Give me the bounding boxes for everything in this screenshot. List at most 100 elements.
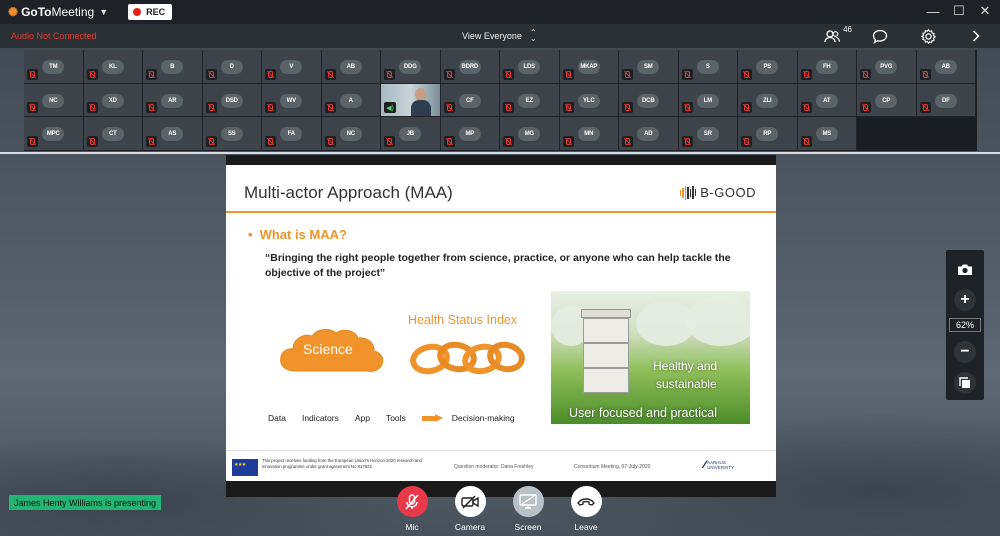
- participant-tile[interactable]: NC: [24, 83, 84, 117]
- participant-tile[interactable]: MG: [500, 117, 560, 151]
- screen-label: Screen: [514, 522, 542, 532]
- participant-tile[interactable]: B: [143, 50, 203, 84]
- camera-control[interactable]: Camera: [445, 486, 495, 532]
- leave-button[interactable]: [570, 486, 602, 517]
- participant-tile[interactable]: MN: [559, 117, 619, 151]
- aarhus-logo: ⁄⁄⁄ AARHUSUNIVERSITY: [704, 459, 734, 471]
- chat-bubble-icon: [872, 29, 888, 44]
- participant-initials: XD: [101, 93, 124, 108]
- participant-tile[interactable]: AD: [619, 117, 679, 151]
- participant-tile[interactable]: BDRD: [440, 50, 500, 84]
- participant-tile[interactable]: WV: [262, 83, 322, 117]
- minimize-icon[interactable]: —: [926, 2, 940, 20]
- view-selector[interactable]: View Everyone ⌃ ⌄: [462, 29, 537, 43]
- collapse-button[interactable]: [962, 27, 990, 45]
- grid-divider[interactable]: [0, 152, 1000, 154]
- participant-tile[interactable]: MP: [440, 117, 500, 151]
- camera-off-icon: [461, 494, 479, 509]
- participant-tile[interactable]: DSD: [202, 83, 262, 117]
- mic-control[interactable]: Mic: [387, 486, 437, 532]
- participant-tile[interactable]: XD: [83, 83, 143, 117]
- science-cloud: Science: [273, 321, 395, 381]
- app-name-rest: Meeting: [51, 5, 95, 19]
- chevron-down-icon[interactable]: ▼: [99, 7, 108, 17]
- participant-tile[interactable]: EZ: [500, 83, 560, 117]
- app-logo[interactable]: ✺ GoToMeeting ▼: [8, 5, 108, 19]
- mic-muted-icon: [622, 102, 633, 113]
- participant-tile[interactable]: AR: [143, 83, 203, 117]
- participant-tile[interactable]: MPC: [24, 117, 84, 151]
- slide-quote: “Bringing the right people together from…: [265, 252, 731, 279]
- participant-tile[interactable]: AT: [797, 83, 857, 117]
- mic-muted-icon: [503, 102, 514, 113]
- participant-tile[interactable]: ZLI: [738, 83, 798, 117]
- participant-tile[interactable]: AB: [321, 50, 381, 84]
- chat-button[interactable]: [866, 27, 894, 45]
- participant-tile[interactable]: NC: [321, 117, 381, 151]
- screen-button[interactable]: [512, 486, 544, 517]
- label-data: Data: [268, 413, 286, 423]
- participant-tile[interactable]: PS: [738, 50, 798, 84]
- participant-tile[interactable]: A: [321, 83, 381, 117]
- mic-muted-icon: [146, 102, 157, 113]
- participant-tile[interactable]: YLC: [559, 83, 619, 117]
- mic-muted-icon: [503, 68, 514, 80]
- participant-tile[interactable]: JB: [381, 117, 441, 151]
- participant-tile[interactable]: AB: [916, 50, 976, 84]
- settings-button[interactable]: [914, 27, 942, 45]
- participant-tile[interactable]: MKAP: [559, 50, 619, 84]
- participant-initials: DCB: [637, 93, 660, 108]
- participant-tile[interactable]: D: [202, 50, 262, 84]
- participant-initials: S: [696, 60, 719, 74]
- participant-tile[interactable]: DF: [916, 83, 976, 117]
- pop-out-button[interactable]: [954, 372, 976, 394]
- audio-status[interactable]: Audio Not Connected: [11, 31, 97, 41]
- participant-tile[interactable]: V: [262, 50, 322, 84]
- participant-tile[interactable]: MS: [797, 117, 857, 151]
- workflow-labels: Data Indicators App Tools Decision-makin…: [268, 413, 531, 423]
- recording-indicator[interactable]: REC: [128, 4, 173, 20]
- participant-tile[interactable]: CP: [857, 83, 917, 117]
- participant-tile[interactable]: FH: [797, 50, 857, 84]
- participant-tile[interactable]: TM: [24, 50, 84, 84]
- zoom-out-button[interactable]: −: [954, 341, 976, 363]
- participant-video-tile[interactable]: ◀): [381, 83, 441, 117]
- mic-muted-icon: [681, 102, 693, 113]
- participant-tile[interactable]: LM: [678, 83, 738, 117]
- camera-button[interactable]: [454, 486, 486, 517]
- attendees-button[interactable]: 46: [818, 25, 852, 45]
- photo-caption: User focused and practical: [569, 406, 717, 420]
- participant-initials: B: [161, 60, 184, 74]
- participant-tile[interactable]: LDS: [500, 50, 560, 84]
- cloud-label: Science: [303, 341, 353, 357]
- close-icon[interactable]: ✕: [978, 2, 992, 20]
- screenshot-button[interactable]: [954, 258, 976, 280]
- participant-tile[interactable]: CT: [83, 117, 143, 151]
- participant-tile[interactable]: CF: [440, 83, 500, 117]
- participant-tile[interactable]: SS: [202, 117, 262, 151]
- participant-tile[interactable]: KL: [83, 50, 143, 84]
- question-text: What is MAA?: [259, 227, 347, 242]
- gotomeeting-window: ✺ GoToMeeting ▼ REC — ☐ ✕ Audio Not Conn…: [0, 0, 1000, 536]
- participant-tile[interactable]: AS: [143, 117, 203, 151]
- zoom-in-button[interactable]: +: [954, 289, 976, 311]
- screen-control[interactable]: Screen: [503, 486, 553, 532]
- label-indicators: Indicators: [301, 413, 339, 423]
- participant-video: [411, 86, 431, 117]
- leave-control[interactable]: Leave: [561, 486, 611, 532]
- maximize-icon[interactable]: ☐: [952, 2, 966, 20]
- mic-button[interactable]: [396, 486, 428, 517]
- participant-tile[interactable]: FA: [262, 117, 322, 151]
- participant-tile[interactable]: SR: [678, 117, 738, 151]
- participant-tile[interactable]: RP: [738, 117, 798, 151]
- participant-tile[interactable]: S: [678, 50, 738, 84]
- participant-initials: SS: [220, 127, 243, 141]
- gear-icon: [920, 28, 936, 44]
- participant-initials: KL: [101, 60, 124, 74]
- mic-muted-icon: [405, 493, 419, 509]
- participant-tile[interactable]: DCB: [619, 83, 679, 117]
- participant-tile[interactable]: PVG: [857, 50, 917, 84]
- participant-tile[interactable]: SM: [619, 50, 679, 84]
- window-controls: — ☐ ✕: [926, 2, 992, 20]
- participant-tile[interactable]: DDG: [381, 50, 441, 84]
